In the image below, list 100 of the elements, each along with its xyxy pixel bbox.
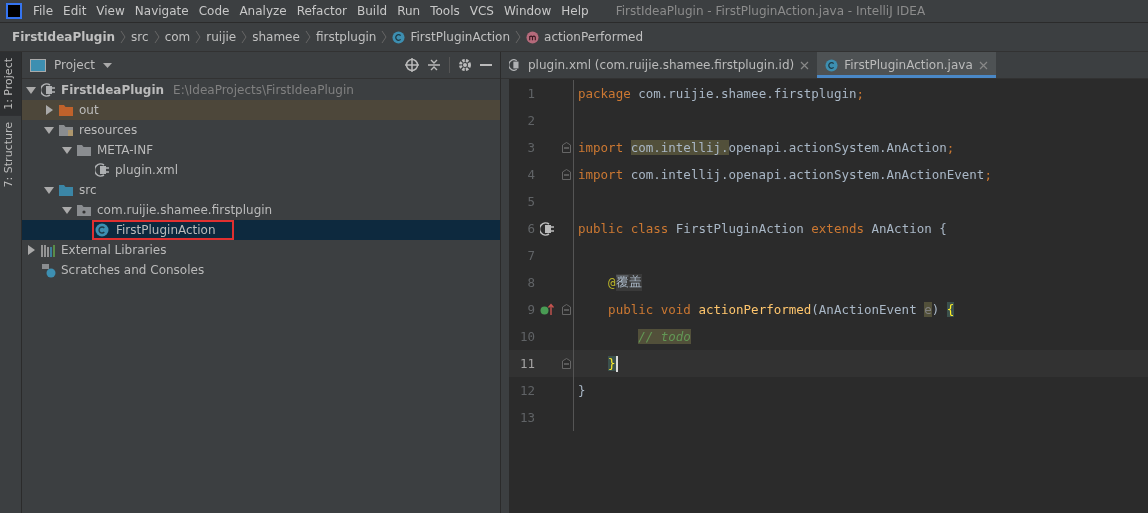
expanded-arrow-icon[interactable] (44, 125, 54, 135)
menu-item[interactable]: Tools (425, 4, 465, 18)
editor-tab[interactable]: FirstPluginAction.java (817, 52, 996, 78)
scratches-icon (41, 262, 56, 278)
breadcrumb[interactable]: com (164, 30, 191, 44)
line-number: 7 (526, 248, 535, 263)
menu-item[interactable]: Edit (58, 4, 92, 18)
side-tab[interactable]: 7: Structure (0, 115, 21, 194)
menu-item[interactable]: Run (392, 4, 426, 18)
menu-item[interactable]: View (91, 4, 130, 18)
code-text: @覆盖 (607, 274, 642, 291)
line-number: 12 (518, 383, 535, 398)
fold-icon[interactable] (561, 358, 571, 369)
fold-icon[interactable] (561, 142, 571, 153)
tree-item[interactable]: src (22, 180, 500, 200)
locate-icon[interactable] (405, 58, 419, 72)
implements-icon[interactable] (540, 303, 554, 316)
tree-item[interactable]: Scratches and Consoles (22, 260, 500, 280)
tree-label: Scratches and Consoles (61, 263, 205, 277)
expanded-arrow-icon[interactable] (62, 145, 72, 155)
line-number: 4 (526, 167, 535, 182)
menu-item[interactable]: Help (556, 4, 594, 18)
expanded-arrow-icon[interactable] (62, 205, 72, 215)
menu-item[interactable]: Navigate (129, 4, 194, 18)
folder-icon (59, 103, 74, 117)
line-number: 2 (526, 113, 535, 128)
plug-icon[interactable] (539, 221, 555, 236)
close-icon[interactable] (800, 60, 810, 70)
tree-item[interactable]: External Libraries (22, 240, 500, 260)
breadcrumb[interactable]: shamee (252, 30, 300, 44)
settings-icon[interactable] (458, 58, 472, 72)
collapse-icon[interactable] (427, 58, 441, 72)
breadcrumb[interactable]: FirstIdeaPlugin (12, 30, 116, 44)
code-text: } (607, 355, 618, 372)
window-icon (30, 58, 46, 72)
class-icon (95, 223, 109, 237)
line-number: 5 (526, 194, 535, 209)
breadcrumb[interactable]: firstplugin (315, 30, 377, 44)
code-text: } (578, 383, 586, 398)
code-text: // todo (637, 329, 691, 344)
caret-icon[interactable] (103, 62, 113, 68)
tree-label: com.ruijie.shamee.firstplugin (97, 203, 273, 217)
tree-item[interactable]: FirstPluginAction (22, 220, 500, 240)
menu-item[interactable]: VCS (464, 4, 499, 18)
method-icon (526, 30, 540, 44)
line-number: 8 (526, 275, 535, 290)
line-number: 6 (526, 221, 535, 236)
breadcrumb[interactable]: FirstPluginAction (410, 30, 511, 44)
breadcrumb[interactable]: actionPerformed (544, 30, 644, 44)
editor-tab[interactable]: plugin.xml (com.ruijie.shamee.firstplugin.id) (501, 52, 818, 78)
fold-icon[interactable] (561, 169, 571, 180)
plug-icon (95, 163, 110, 177)
chevron-icon (304, 30, 311, 44)
tree-item[interactable]: out (22, 100, 500, 120)
tree-item[interactable]: resources (22, 120, 500, 140)
app-logo-icon[interactable] (6, 3, 22, 19)
tree-item[interactable]: META-INF (22, 140, 500, 160)
expanded-arrow-icon[interactable] (26, 85, 36, 95)
plug-icon (509, 59, 522, 71)
code-text: public void actionPerformed(AnActionEvent e) { (607, 302, 955, 317)
chevron-icon (120, 30, 127, 44)
folder-icon (77, 203, 92, 217)
libraries-icon (41, 243, 56, 257)
menu-item[interactable]: Analyze (234, 4, 292, 18)
expanded-arrow-icon[interactable] (44, 185, 54, 195)
tree-label: FirstPluginAction (116, 223, 216, 237)
menu-item[interactable]: Window (498, 4, 557, 18)
code-text: import com.intellij.openapi.actionSystem.AnActionEvent; (578, 167, 992, 182)
menu-item[interactable]: Code (193, 4, 235, 18)
chevron-icon (515, 30, 522, 44)
line-number: 10 (518, 329, 535, 344)
plug-icon (41, 83, 56, 97)
breadcrumb[interactable]: ruijie (206, 30, 237, 44)
code-text: public class FirstPluginAction extends AnAction { (578, 221, 947, 236)
breadcrumb[interactable]: src (131, 30, 149, 44)
menu-item[interactable]: Build (352, 4, 393, 18)
tree-item[interactable]: plugin.xml (22, 160, 500, 180)
tree-label: META-INF (97, 143, 154, 157)
code-text: package com.ruijie.shamee.firstplugin; (578, 86, 864, 101)
line-number: 3 (526, 140, 535, 155)
collapsed-arrow-icon[interactable] (26, 245, 36, 255)
tree-item[interactable]: FirstIdeaPlugin E:\IdeaProjects\FirstIdeaPlugin (22, 80, 500, 100)
side-tab[interactable]: 1: Project (0, 52, 21, 116)
line-number: 9 (526, 302, 535, 317)
line-number: 13 (518, 410, 535, 425)
folder-icon (59, 183, 74, 197)
menu-item[interactable]: Refactor (291, 4, 353, 18)
menu-item[interactable]: File (28, 4, 59, 18)
line-number: 1 (526, 86, 535, 101)
chevron-icon (153, 30, 160, 44)
tree-label: resources (79, 123, 138, 137)
panel-title[interactable]: Project (54, 58, 96, 72)
chevron-icon (381, 30, 388, 44)
tree-label: out (79, 103, 99, 117)
folder-icon (77, 143, 92, 157)
tree-label: src (79, 183, 97, 197)
collapsed-arrow-icon[interactable] (44, 105, 54, 115)
project-path: E:\IdeaProjects\FirstIdeaPlugin (173, 83, 354, 97)
tree-item[interactable]: com.ruijie.shamee.firstplugin (22, 200, 500, 220)
fold-icon[interactable] (561, 304, 571, 315)
